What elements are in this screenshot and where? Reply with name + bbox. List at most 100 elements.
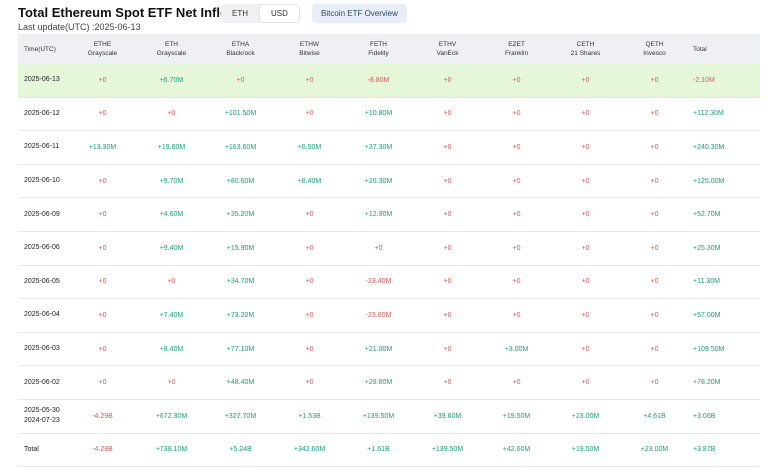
column-header-feth: FETH Fidelity: [344, 34, 413, 64]
table-cell: +0: [620, 197, 689, 232]
table-cell: +125.00M: [689, 164, 760, 199]
row-date-line: 2025-06-03: [24, 345, 60, 353]
row-date-line: 2025-06-05: [24, 277, 60, 285]
table-cell: +0: [551, 197, 620, 232]
column-ticker: ETHA: [231, 41, 250, 48]
table-cell: +0: [275, 231, 344, 266]
table-cell: +0: [275, 197, 344, 232]
table-cell: +0: [551, 97, 620, 132]
table-row: 2025-06-02 +0 +0 +48.40M +0 +29.80M +0 +0 +0 +0 +7…: [18, 365, 760, 400]
row-date: 2025-06-05: [18, 265, 68, 300]
table-cell: -23.60M: [344, 298, 413, 333]
table-cell: +0: [68, 365, 137, 400]
table-cell: +0: [413, 265, 482, 300]
table-cell: +0: [68, 265, 137, 300]
row-date: 2025-06-09: [18, 197, 68, 232]
column-header-qeth: QETH Invesco: [620, 34, 689, 64]
table-cell: +0: [551, 164, 620, 199]
column-issuer: Invesco: [643, 50, 666, 57]
table-cell: +0: [413, 231, 482, 266]
toggle-eth[interactable]: ETH: [221, 4, 259, 23]
table-cell: +0: [413, 97, 482, 132]
last-update-text: Last update(UTC) :2025-06-13: [18, 22, 141, 32]
table-cell: +0: [68, 197, 137, 232]
toggle-usd[interactable]: USD: [259, 4, 300, 23]
table-row: 2025-06-13 +0 +6.70M +0 +0 -8.80M +0 +0 +0 +0 -2.1…: [18, 64, 760, 98]
table-cell: +0: [413, 164, 482, 199]
column-issuer: Bitwise: [299, 50, 320, 57]
row-date: 2025-06-10: [18, 164, 68, 199]
table-cell: +139.50M: [344, 399, 413, 434]
table-cell: +77.10M: [206, 332, 275, 367]
table-row: 2025-06-10 +0 +9.70M +80.60M +8.40M +26.30M +0…: [18, 164, 760, 199]
table-cell: +8.40M: [275, 164, 344, 199]
column-ticker: QETH: [645, 41, 664, 48]
table-cell: +0: [137, 97, 206, 132]
table-cell: +0: [551, 365, 620, 400]
row-date: 2025-06-12: [18, 97, 68, 132]
table-cell: +4.61B: [620, 399, 689, 434]
table-cell: +0: [482, 164, 551, 199]
column-issuer: Blackrock: [226, 50, 255, 57]
table-cell: +0: [620, 130, 689, 165]
row-date: 2025-06-04: [18, 298, 68, 333]
table-cell: +57.00M: [689, 298, 760, 333]
column-issuer: Grayscale: [87, 50, 118, 57]
table-cell: +9.40M: [137, 231, 206, 266]
table-cell: +0: [275, 365, 344, 400]
table-cell: +1.53B: [275, 399, 344, 434]
row-date-line: 2025-06-06: [24, 244, 60, 252]
table-cell: +11.30M: [689, 265, 760, 300]
table-cell: +240.30M: [689, 130, 760, 165]
table-row: 2025-06-04 +0 +7.40M +73.20M +0 -23.60M +0 +0 +0…: [18, 298, 760, 333]
unit-toggle: ETH USD: [221, 4, 300, 23]
table-cell: +0: [482, 130, 551, 165]
table-cell: +0: [413, 365, 482, 400]
table-cell: +0: [551, 265, 620, 300]
table-row: 2025-06-11 +13.30M +19.60M +163.60M +6.50M +3…: [18, 130, 760, 165]
column-ticker: ETH: [165, 41, 178, 48]
table-cell: +19.60M: [137, 130, 206, 165]
column-header-etha: ETHA Blackrock: [206, 34, 275, 64]
column-header-ceth: CETH 21 Shares: [551, 34, 620, 64]
table-cell: +0: [620, 298, 689, 333]
row-date: 2025-05-30 2024-07-23: [18, 399, 68, 434]
table-cell: +4.60M: [137, 197, 206, 232]
table-cell: +109.50M: [689, 332, 760, 367]
table-row: 2025-06-09 +0 +4.60M +35.20M +0 +12.90M +0 +0 +0…: [18, 197, 760, 232]
table-cell: -2.10M: [689, 64, 760, 98]
table-cell: +0: [620, 164, 689, 199]
table-cell: +13.30M: [68, 130, 137, 165]
table-header-row: Time(UTC) ETHE Grayscale ETH Grayscale ETHA Bl…: [18, 34, 760, 64]
table-cell: +0: [551, 130, 620, 165]
table-cell: +0: [482, 231, 551, 266]
row-date-line: 2025-06-12: [24, 109, 60, 117]
column-ticker: FETH: [370, 41, 387, 48]
table-cell: +7.40M: [137, 298, 206, 333]
table-cell: +0: [482, 298, 551, 333]
row-date-line: 2025-06-04: [24, 311, 60, 319]
column-ticker: Time(UTC): [24, 45, 56, 53]
table-cell: +0: [482, 365, 551, 400]
bitcoin-etf-overview-button[interactable]: Bitcoin ETF Overview: [312, 4, 407, 23]
table-cell: +101.50M: [206, 97, 275, 132]
column-header-ethe: ETHE Grayscale: [68, 34, 137, 64]
table-cell: +0: [413, 130, 482, 165]
column-issuer: Fidelity: [368, 50, 389, 57]
table-row: 2025-06-12 +0 +0 +101.50M +0 +10.80M +0 +0 +0 +0 +…: [18, 97, 760, 132]
column-issuer: 21 Shares: [570, 50, 601, 57]
table-cell: +0: [275, 332, 344, 367]
table-cell: +9.70M: [137, 164, 206, 199]
table-cell: +112.30M: [689, 97, 760, 132]
row-date: 2025-06-02: [18, 365, 68, 400]
row-date-line: 2024-07-23: [24, 417, 60, 425]
etf-inflow-table: Time(UTC) ETHE Grayscale ETH Grayscale ETHA Bl…: [18, 34, 760, 467]
column-ticker: CETH: [576, 41, 595, 48]
table-cell: +0: [275, 265, 344, 300]
table-cell: -8.80M: [344, 64, 413, 98]
row-date-line: 2025-06-13: [24, 76, 60, 84]
table-cell: +0: [482, 97, 551, 132]
row-date-line: 2025-06-09: [24, 210, 60, 218]
table-cell: +39.60M: [413, 399, 482, 434]
table-cell: +52.70M: [689, 197, 760, 232]
